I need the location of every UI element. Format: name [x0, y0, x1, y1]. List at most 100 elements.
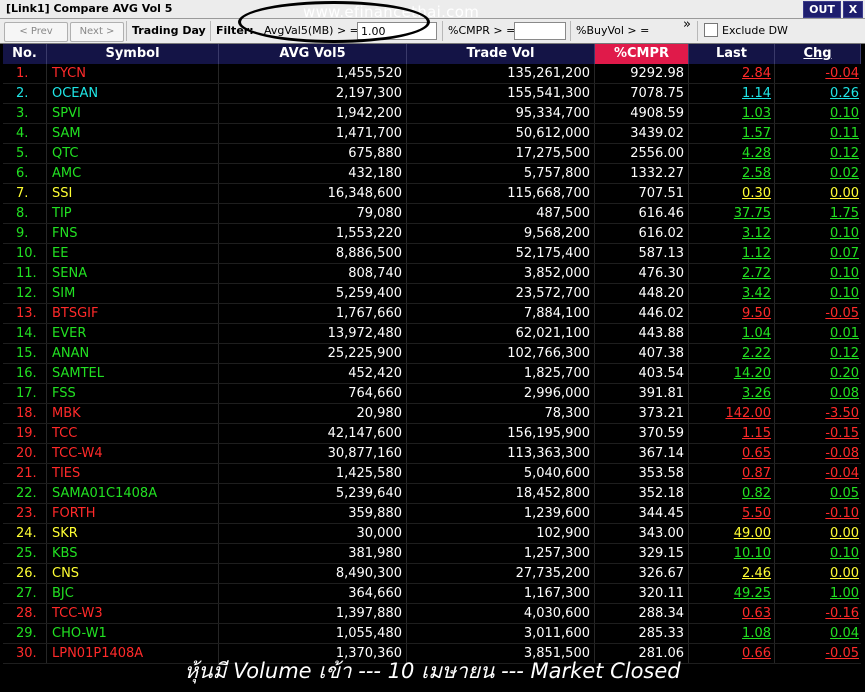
row-chg[interactable]: 0.10 [775, 544, 861, 563]
row-last[interactable]: 3.26 [689, 384, 775, 403]
row-last[interactable]: 49.00 [689, 524, 775, 543]
row-chg[interactable]: 0.01 [775, 324, 861, 343]
table-row[interactable]: 28. TCC-W3 1,397,880 4,030,600 288.34 0.63 -0.… [3, 604, 861, 624]
table-row[interactable]: 14. EVER 13,972,480 62,021,100 443.88 1.04 0.0… [3, 324, 861, 344]
row-chg[interactable]: 0.20 [775, 364, 861, 383]
row-last[interactable]: 1.15 [689, 424, 775, 443]
row-last[interactable]: 3.42 [689, 284, 775, 303]
row-symbol[interactable]: OCEAN [47, 84, 219, 103]
row-last[interactable]: 2.22 [689, 344, 775, 363]
table-row[interactable]: 11. SENA 808,740 3,852,000 476.30 2.72 0.10 [3, 264, 861, 284]
row-chg[interactable]: -0.15 [775, 424, 861, 443]
row-chg[interactable]: 0.02 [775, 164, 861, 183]
row-chg[interactable]: 0.26 [775, 84, 861, 103]
row-last[interactable]: 2.46 [689, 564, 775, 583]
row-symbol[interactable]: AMC [47, 164, 219, 183]
row-last[interactable]: 1.04 [689, 324, 775, 343]
row-last[interactable]: 1.57 [689, 124, 775, 143]
table-row[interactable]: 18. MBK 20,980 78,300 373.21 142.00 -3.50 [3, 404, 861, 424]
table-row[interactable]: 15. ANAN 25,225,900 102,766,300 407.38 2.22 0.… [3, 344, 861, 364]
table-row[interactable]: 5. QTC 675,880 17,275,500 2556.00 4.28 0.12 [3, 144, 861, 164]
row-last[interactable]: 10.10 [689, 544, 775, 563]
table-row[interactable]: 21. TIES 1,425,580 5,040,600 353.58 0.87 -0.04 [3, 464, 861, 484]
row-chg[interactable]: 0.04 [775, 624, 861, 643]
row-chg[interactable]: 0.05 [775, 484, 861, 503]
row-chg[interactable]: -0.04 [775, 464, 861, 483]
row-symbol[interactable]: EE [47, 244, 219, 263]
row-symbol[interactable]: FSS [47, 384, 219, 403]
row-symbol[interactable]: TIES [47, 464, 219, 483]
table-row[interactable]: 23. FORTH 359,880 1,239,600 344.45 5.50 -0.10 [3, 504, 861, 524]
row-chg[interactable]: 0.00 [775, 564, 861, 583]
col-avg-vol5[interactable]: AVG Vol5 [219, 44, 407, 64]
row-symbol[interactable]: SIM [47, 284, 219, 303]
table-row[interactable]: 8. TIP 79,080 487,500 616.46 37.75 1.75 [3, 204, 861, 224]
row-last[interactable]: 49.25 [689, 584, 775, 603]
table-row[interactable]: 17. FSS 764,660 2,996,000 391.81 3.26 0.08 [3, 384, 861, 404]
row-chg[interactable]: -0.05 [775, 304, 861, 323]
row-last[interactable]: 1.08 [689, 624, 775, 643]
table-row[interactable]: 20. TCC-W4 30,877,160 113,363,300 367.14 0.65… [3, 444, 861, 464]
row-symbol[interactable]: CNS [47, 564, 219, 583]
row-symbol[interactable]: FNS [47, 224, 219, 243]
row-symbol[interactable]: TCC [47, 424, 219, 443]
row-symbol[interactable]: SAMTEL [47, 364, 219, 383]
close-button[interactable]: X [843, 1, 863, 18]
row-last[interactable]: 1.12 [689, 244, 775, 263]
table-row[interactable]: 22. SAMA01C1408A 5,239,640 18,452,800 352.18… [3, 484, 861, 504]
row-chg[interactable]: 1.75 [775, 204, 861, 223]
row-last[interactable]: 0.87 [689, 464, 775, 483]
row-symbol[interactable]: BTSGIF [47, 304, 219, 323]
row-chg[interactable]: 0.10 [775, 224, 861, 243]
row-last[interactable]: 5.50 [689, 504, 775, 523]
table-row[interactable]: 2. OCEAN 2,197,300 155,541,300 7078.75 1.14 0.… [3, 84, 861, 104]
row-chg[interactable]: 0.10 [775, 264, 861, 283]
row-symbol[interactable]: SAMA01C1408A [47, 484, 219, 503]
table-row[interactable]: 19. TCC 42,147,600 156,195,900 370.59 1.15 -0.… [3, 424, 861, 444]
row-symbol[interactable]: BJC [47, 584, 219, 603]
row-chg[interactable]: -3.50 [775, 404, 861, 423]
row-symbol[interactable]: TIP [47, 204, 219, 223]
row-symbol[interactable]: MBK [47, 404, 219, 423]
prev-button[interactable]: < Prev [4, 22, 68, 42]
row-symbol[interactable]: SSI [47, 184, 219, 203]
row-chg[interactable]: 0.08 [775, 384, 861, 403]
row-last[interactable]: 0.30 [689, 184, 775, 203]
row-chg[interactable]: 0.11 [775, 124, 861, 143]
row-last[interactable]: 0.63 [689, 604, 775, 623]
row-last[interactable]: 9.50 [689, 304, 775, 323]
exclude-dw-checkbox[interactable] [704, 23, 718, 37]
row-chg[interactable]: -0.04 [775, 64, 861, 83]
row-symbol[interactable]: TYCN [47, 64, 219, 83]
row-chg[interactable]: 0.10 [775, 104, 861, 123]
row-symbol[interactable]: ANAN [47, 344, 219, 363]
row-last[interactable]: 2.58 [689, 164, 775, 183]
row-symbol[interactable]: EVER [47, 324, 219, 343]
row-symbol[interactable]: QTC [47, 144, 219, 163]
col-symbol[interactable]: Symbol [47, 44, 219, 64]
table-row[interactable]: 6. AMC 432,180 5,757,800 1332.27 2.58 0.02 [3, 164, 861, 184]
row-last[interactable]: 1.14 [689, 84, 775, 103]
row-chg[interactable]: 1.00 [775, 584, 861, 603]
more-icon[interactable]: » [683, 16, 691, 34]
row-last[interactable]: 2.72 [689, 264, 775, 283]
row-symbol[interactable]: FORTH [47, 504, 219, 523]
col-chg[interactable]: Chg [775, 44, 861, 64]
row-symbol[interactable]: SENA [47, 264, 219, 283]
cmpr-input[interactable] [514, 22, 566, 40]
row-symbol[interactable]: SKR [47, 524, 219, 543]
row-chg[interactable]: 0.10 [775, 284, 861, 303]
table-row[interactable]: 26. CNS 8,490,300 27,735,200 326.67 2.46 0.00 [3, 564, 861, 584]
row-last[interactable]: 14.20 [689, 364, 775, 383]
out-button[interactable]: OUT [803, 1, 841, 18]
col-trade-vol[interactable]: Trade Vol [407, 44, 595, 64]
table-row[interactable]: 29. CHO-W1 1,055,480 3,011,600 285.33 1.08 0.0… [3, 624, 861, 644]
table-row[interactable]: 9. FNS 1,553,220 9,568,200 616.02 3.12 0.10 [3, 224, 861, 244]
row-chg[interactable]: -0.08 [775, 444, 861, 463]
row-chg[interactable]: 0.00 [775, 184, 861, 203]
row-symbol[interactable]: TCC-W4 [47, 444, 219, 463]
row-last[interactable]: 4.28 [689, 144, 775, 163]
table-row[interactable]: 10. EE 8,886,500 52,175,400 587.13 1.12 0.07 [3, 244, 861, 264]
row-last[interactable]: 0.82 [689, 484, 775, 503]
row-last[interactable]: 1.03 [689, 104, 775, 123]
